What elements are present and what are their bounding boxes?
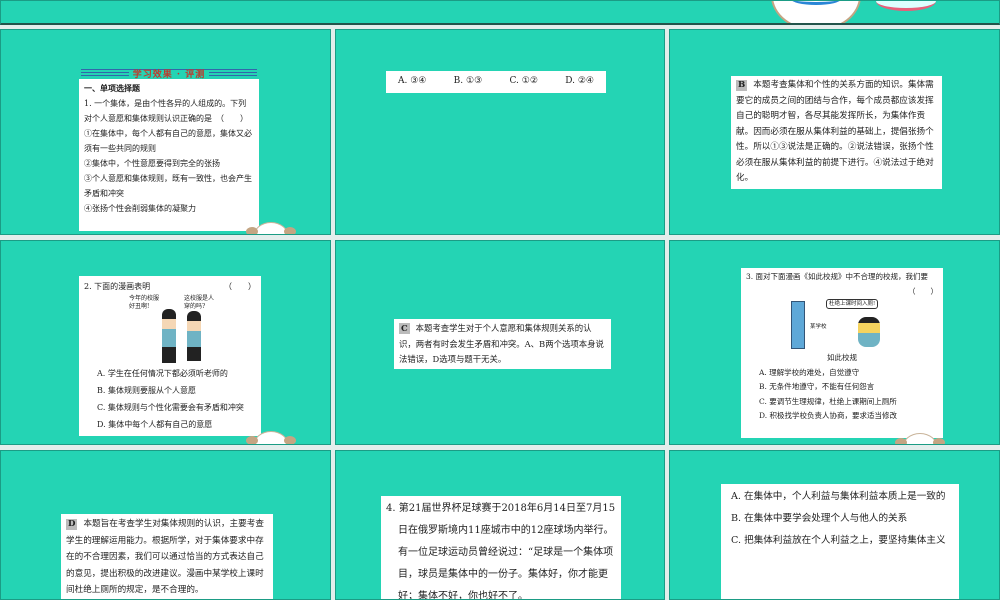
option: B. ①③ bbox=[453, 76, 483, 86]
option: B. 在集体中要学会处理个人与他人的关系 bbox=[731, 513, 908, 524]
option: A. ③④ bbox=[398, 76, 427, 86]
section-title: 一、单项选择题 bbox=[84, 83, 140, 93]
question-box: 2. 下面的漫画表明 （ ） 今年的校服好丑啊! 这校服是人穿的吗? A. 学生在… bbox=[79, 276, 261, 436]
option: A. 理解学校的难处，自觉遵守 bbox=[759, 367, 860, 377]
explanation-text: 本题考查集体和个性的关系方面的知识。集体需要它的成员之间的团结与合作，每个成员都… bbox=[736, 80, 934, 183]
answer-tag: B bbox=[736, 80, 748, 91]
explanation-box: C 本题考查学生对于个人意愿和集体规则关系的认识，两者有时会发生矛盾和冲突。A、B… bbox=[394, 319, 611, 369]
explanation-box: D 本题旨在考查学生对集体规则的认识，主要考查学生的理解运用能力。根据所学，对于集… bbox=[61, 514, 273, 599]
option: ③个人意愿和集体规则，既有一致性，也会产生矛盾和冲突 bbox=[84, 174, 252, 198]
option: B. 无条件地遵守，不能有任何怨言 bbox=[759, 382, 875, 391]
option: A. 在集体中，个人利益与集体利益本质上是一致的 bbox=[731, 491, 946, 502]
question-text: 2. 下面的漫画表明 bbox=[84, 282, 151, 291]
student-figure-icon bbox=[162, 309, 176, 363]
answer-paren: （ ） bbox=[224, 282, 256, 291]
bow-icon bbox=[876, 1, 936, 11]
cartoon-image: 杜绝上课时间入厕! 某学校 bbox=[746, 299, 938, 351]
question-box: 一、单项选择题 1. 一个集体，是由个性各异的人组成的。下列对个人意愿和集体规则… bbox=[79, 79, 259, 231]
slide-thumbnail-previous[interactable] bbox=[0, 0, 1000, 25]
option: ②集体中，个性意愿要得到完全的张扬 bbox=[84, 159, 220, 168]
explanation-text: 本题考查学生对于个人意愿和集体规则关系的认识，两者有时会发生矛盾和冲突。A、B两… bbox=[399, 323, 604, 364]
slide-thumbnail-5[interactable]: C 本题考查学生对于个人意愿和集体规则关系的认识，两者有时会发生矛盾和冲突。A、B… bbox=[335, 240, 665, 445]
cartoon-caption: 如此校规 bbox=[827, 353, 857, 362]
option: C. 要调节生理规律，杜绝上课期间上厕所 bbox=[759, 396, 897, 406]
question-box: 4. 第21届世界杯足球赛于2018年6月14日至7月15日在俄罗斯境内11座城… bbox=[381, 496, 621, 600]
answer-tag: D bbox=[66, 519, 78, 530]
slide-thumbnail-8[interactable]: 4. 第21届世界杯足球赛于2018年6月14日至7月15日在俄罗斯境内11座城… bbox=[335, 450, 665, 600]
slide-thumbnail-2[interactable]: A. ③④ B. ①③ C. ①② D. ②④ bbox=[335, 29, 665, 235]
question-text: 3. 面对下面漫画《如此校规》中不合理的校规，我们要 bbox=[746, 272, 929, 281]
answer-options: A. ③④ B. ①③ C. ①② D. ②④ bbox=[386, 71, 606, 93]
answer-tag: C bbox=[399, 323, 410, 334]
answer-paren: （ ） bbox=[908, 286, 938, 296]
option: D. ②④ bbox=[565, 76, 594, 86]
option: A. 学生在任何情况下都必须听老师的 bbox=[97, 369, 228, 378]
slide-thumbnail-6[interactable]: 3. 面对下面漫画《如此校规》中不合理的校规，我们要 （ ） 杜绝上课时间入厕!… bbox=[669, 240, 1000, 445]
question-text: 1. 一个集体，是由个性各异的人组成的。下列对个人意愿和集体规则认识正确的是 （… bbox=[84, 99, 248, 123]
option: C. ①② bbox=[509, 76, 538, 86]
speech-bubble: 这校服是人穿的吗? bbox=[184, 295, 215, 310]
slide-thumbnail-3[interactable]: B 本题考查集体和个性的关系方面的知识。集体需要它的成员之间的团结与合作，每个成员… bbox=[669, 29, 1000, 235]
cartoon-image: 今年的校服好丑啊! 这校服是人穿的吗? bbox=[84, 295, 256, 365]
slide-thumbnail-7[interactable]: D 本题旨在考查学生对集体规则的认识，主要考查学生的理解运用能力。根据所学，对于集… bbox=[0, 450, 331, 600]
school-gate-icon bbox=[791, 301, 805, 349]
student-figure-icon bbox=[187, 311, 201, 361]
options-box: A. 在集体中，个人利益与集体利益本质上是一致的 B. 在集体中要学会处理个人与… bbox=[721, 484, 959, 599]
option: B. 集体规则要服从个人意愿 bbox=[97, 386, 196, 395]
slide-thumbnail-9[interactable]: A. 在集体中，个人利益与集体利益本质上是一致的 B. 在集体中要学会处理个人与… bbox=[669, 450, 1000, 600]
option: C. 集体规则与个性化需要会有矛盾和冲突 bbox=[97, 403, 244, 412]
school-sign: 某学校 bbox=[810, 324, 827, 330]
option: ①在集体中，每个人都有自己的意愿，集体又必须有一些共同的规则 bbox=[84, 129, 252, 153]
option: C. 把集体利益放在个人利益之上，要坚持集体主义 bbox=[731, 535, 946, 546]
option: D. 集体中每个人都有自己的意愿 bbox=[97, 420, 213, 429]
explanation-box: B 本题考查集体和个性的关系方面的知识。集体需要它的成员之间的团结与合作，每个成员… bbox=[731, 76, 942, 189]
speech-bubble: 今年的校服好丑啊! bbox=[129, 295, 160, 310]
question-box: 3. 面对下面漫画《如此校规》中不合理的校规，我们要 （ ） 杜绝上课时间入厕!… bbox=[741, 268, 943, 438]
slide-thumbnail-4[interactable]: 2. 下面的漫画表明 （ ） 今年的校服好丑啊! 这校服是人穿的吗? A. 学生在… bbox=[0, 240, 331, 445]
speech-bubble: 杜绝上课时间入厕! bbox=[826, 299, 879, 309]
student-figure-icon bbox=[858, 317, 880, 347]
question-text: 4. 第21届世界杯足球赛于2018年6月14日至7月15日在俄罗斯境内11座城… bbox=[386, 503, 616, 600]
option: ④张扬个性会削弱集体的凝聚力 bbox=[84, 204, 196, 213]
slide-thumbnail-1[interactable]: 学习效果 · 评测 一、单项选择题 1. 一个集体，是由个性各异的人组成的。下列… bbox=[0, 29, 331, 235]
option: D. 积极找学校负责人协商，要求适当修改 bbox=[759, 411, 898, 420]
explanation-text: 本题旨在考查学生对集体规则的认识，主要考查学生的理解运用能力。根据所学，对于集体… bbox=[66, 519, 264, 595]
